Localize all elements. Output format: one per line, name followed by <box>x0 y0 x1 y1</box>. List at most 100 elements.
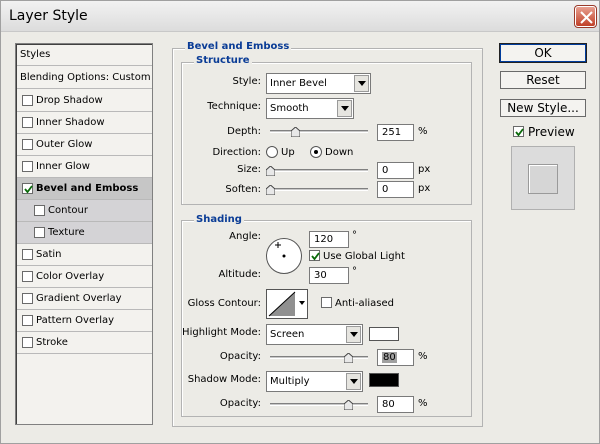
depth-slider-thumb[interactable] <box>290 127 300 137</box>
preview-checkbox[interactable] <box>513 126 524 137</box>
chevron-down-icon <box>358 81 366 86</box>
styles-list: Styles Blending Options: Custom Drop Sha… <box>15 43 153 425</box>
style-item-label: Texture <box>48 227 85 238</box>
chevron-down-icon <box>350 379 358 384</box>
satin-checkbox[interactable] <box>22 249 33 260</box>
highlight-color-swatch[interactable] <box>369 327 399 341</box>
style-item-drop-shadow[interactable]: Drop Shadow <box>17 90 152 112</box>
crosshair-icon <box>275 242 286 258</box>
style-item-bevel-and-emboss[interactable]: Bevel and Emboss <box>17 178 152 200</box>
soften-slider-track[interactable] <box>270 188 368 191</box>
style-item-color-overlay[interactable]: Color Overlay <box>17 266 152 288</box>
checkmark-icon <box>311 252 320 261</box>
contour-checkbox[interactable] <box>34 205 45 216</box>
angle-label: Angle: <box>229 231 261 242</box>
ok-button[interactable]: OK <box>499 43 587 63</box>
highlight-mode-select[interactable]: Screen <box>266 324 363 345</box>
style-select[interactable]: Inner Bevel <box>266 73 371 94</box>
stroke-checkbox[interactable] <box>22 337 33 348</box>
highlight-opacity-value: 80 <box>382 352 397 363</box>
style-label: Style: <box>232 76 262 87</box>
style-item-label: Gradient Overlay <box>36 293 122 304</box>
shadow-opacity-slider-thumb[interactable] <box>344 400 354 410</box>
shadow-mode-label: Shadow Mode: <box>187 374 261 385</box>
shadow-opacity-label: Opacity: <box>219 398 261 409</box>
soften-input[interactable]: 0 <box>377 181 414 198</box>
style-item-stroke[interactable]: Stroke <box>17 332 152 354</box>
close-button[interactable] <box>574 5 597 28</box>
highlight-opacity-label: Opacity: <box>219 351 261 362</box>
style-dropdown-arrow[interactable] <box>354 75 369 92</box>
shadow-mode-dropdown-arrow[interactable] <box>346 373 361 390</box>
technique-select[interactable]: Smooth <box>266 98 354 119</box>
blending-options-label: Blending Options: Custom <box>20 72 151 83</box>
shading-title: Shading <box>194 214 244 225</box>
altitude-unit: ° <box>352 266 357 277</box>
style-item-pattern-overlay[interactable]: Pattern Overlay <box>17 310 152 332</box>
inner-shadow-checkbox[interactable] <box>22 117 33 128</box>
depth-slider-track[interactable] <box>270 130 368 133</box>
altitude-label: Altitude: <box>218 269 261 280</box>
style-item-label: Color Overlay <box>36 271 105 282</box>
title-bar[interactable]: Layer Style <box>1 1 599 32</box>
highlight-opacity-slider-thumb[interactable] <box>344 353 354 363</box>
style-item-inner-shadow[interactable]: Inner Shadow <box>17 112 152 134</box>
layer-style-dialog: Layer Style Styles Blending Options: Cus… <box>0 0 600 444</box>
technique-dropdown-arrow[interactable] <box>337 100 352 117</box>
direction-up-radio[interactable] <box>266 146 278 158</box>
style-item-label: Bevel and Emboss <box>36 183 139 194</box>
pattern-overlay-checkbox[interactable] <box>22 315 33 326</box>
style-item-label: Stroke <box>36 337 68 348</box>
size-slider-track[interactable] <box>270 169 368 172</box>
color-overlay-checkbox[interactable] <box>22 271 33 282</box>
use-global-light-checkbox[interactable] <box>309 250 320 261</box>
style-item-label: Contour <box>48 205 88 216</box>
style-item-outer-glow[interactable]: Outer Glow <box>17 134 152 156</box>
new-style-button[interactable]: New Style... <box>500 99 586 117</box>
shadow-opacity-unit: % <box>418 398 428 409</box>
preview-label: Preview <box>528 125 575 139</box>
angle-unit: ° <box>352 230 357 241</box>
depth-label: Depth: <box>227 126 261 137</box>
soften-slider-thumb[interactable] <box>266 185 275 195</box>
highlight-opacity-input[interactable]: 80 <box>377 349 414 366</box>
depth-unit: % <box>418 126 428 137</box>
texture-checkbox[interactable] <box>34 227 45 238</box>
drop-shadow-checkbox[interactable] <box>22 95 33 106</box>
highlight-mode-dropdown-arrow[interactable] <box>346 326 361 343</box>
gloss-contour-picker[interactable] <box>266 289 308 319</box>
style-item-label: Pattern Overlay <box>36 315 115 326</box>
altitude-input[interactable]: 30 <box>309 267 349 284</box>
highlight-mode-label: Highlight Mode: <box>182 327 261 338</box>
shadow-opacity-input[interactable]: 80 <box>377 396 414 413</box>
size-slider-thumb[interactable] <box>266 166 275 176</box>
style-item-label: Inner Glow <box>36 161 90 172</box>
style-item-gradient-overlay[interactable]: Gradient Overlay <box>17 288 152 310</box>
highlight-opacity-unit: % <box>418 351 428 362</box>
blending-options-item[interactable]: Blending Options: Custom <box>17 67 152 89</box>
style-item-texture[interactable]: Texture <box>17 222 152 244</box>
direction-down-radio[interactable] <box>310 146 322 158</box>
size-unit: px <box>418 164 431 175</box>
reset-button[interactable]: Reset <box>500 71 586 89</box>
direction-label: Direction: <box>212 147 261 158</box>
outer-glow-checkbox[interactable] <box>22 139 33 150</box>
style-item-contour[interactable]: Contour <box>17 200 152 222</box>
style-item-inner-glow[interactable]: Inner Glow <box>17 156 152 178</box>
gradient-overlay-checkbox[interactable] <box>22 293 33 304</box>
styles-header[interactable]: Styles <box>17 44 152 66</box>
bevel-and-emboss-checkbox[interactable] <box>22 183 33 194</box>
angle-input[interactable]: 120 <box>309 231 349 248</box>
size-label: Size: <box>237 164 261 175</box>
style-item-label: Satin <box>36 249 62 260</box>
size-input[interactable]: 0 <box>377 162 414 179</box>
style-item-satin[interactable]: Satin <box>17 244 152 266</box>
anti-aliased-checkbox[interactable] <box>321 297 332 308</box>
style-preview-swatch <box>528 164 558 194</box>
shadow-mode-select[interactable]: Multiply <box>266 371 363 392</box>
angle-dial[interactable] <box>266 238 302 274</box>
highlight-mode-value: Screen <box>270 329 305 340</box>
depth-input[interactable]: 251 <box>377 124 414 141</box>
shadow-color-swatch[interactable] <box>369 373 399 387</box>
inner-glow-checkbox[interactable] <box>22 161 33 172</box>
